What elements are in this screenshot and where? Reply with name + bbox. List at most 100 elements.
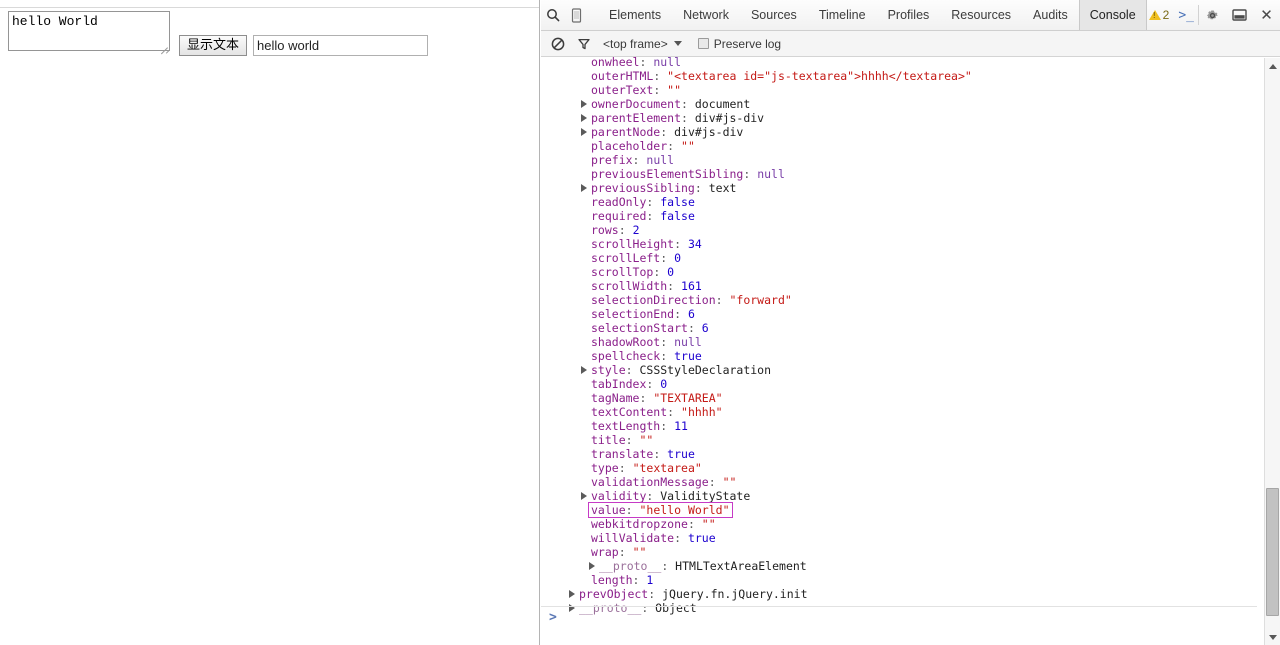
scroll-down-arrow-icon[interactable] — [1265, 629, 1280, 645]
property-row[interactable]: textLength: 11 — [541, 419, 1257, 433]
property-row[interactable]: rows: 2 — [541, 223, 1257, 237]
tab-profiles[interactable]: Profiles — [877, 0, 941, 30]
tab-console[interactable]: Console — [1078, 0, 1147, 30]
property-row[interactable]: prevObject: jQuery.fn.jQuery.init — [541, 587, 1257, 601]
property-value: null — [757, 167, 785, 181]
property-row[interactable]: required: false — [541, 209, 1257, 223]
gear-icon[interactable] — [1199, 0, 1226, 30]
property-value: CSSStyleDeclaration — [639, 363, 772, 377]
property-value: "" — [639, 433, 654, 447]
property-value: document — [694, 97, 751, 111]
property-row[interactable]: webkitdropzone: "" — [541, 517, 1257, 531]
property-row[interactable]: scrollTop: 0 — [541, 265, 1257, 279]
tab-elements[interactable]: Elements — [598, 0, 672, 30]
property-row[interactable]: selectionEnd: 6 — [541, 307, 1257, 321]
property-row[interactable]: ownerDocument: document — [541, 97, 1257, 111]
property-separator: : — [694, 181, 709, 195]
property-row[interactable]: length: 1 — [541, 573, 1257, 587]
property-value: ValidityState — [660, 489, 751, 503]
property-separator: : — [687, 321, 702, 335]
console-scrollbar[interactable] — [1264, 58, 1280, 645]
show-text-button[interactable]: 显示文本 — [179, 35, 248, 56]
clear-console-icon[interactable] — [545, 37, 571, 51]
property-row[interactable]: outerHTML: "<textarea id="js-textarea">h… — [541, 69, 1257, 83]
console-prompt-bar[interactable]: > — [541, 606, 1257, 628]
property-value: "" — [701, 517, 716, 531]
property-content: previousElementSibling: null — [591, 167, 785, 181]
property-row[interactable]: parentElement: div#js-div — [541, 111, 1257, 125]
property-row[interactable]: selectionDirection: "forward" — [541, 293, 1257, 307]
property-row[interactable]: validity: ValidityState — [541, 489, 1257, 503]
property-content: tabIndex: 0 — [591, 377, 667, 391]
property-key: webkitdropzone — [591, 517, 688, 531]
filter-funnel-icon[interactable] — [571, 37, 597, 51]
property-row[interactable]: previousSibling: text — [541, 181, 1257, 195]
property-content: scrollTop: 0 — [591, 265, 674, 279]
property-row[interactable]: tagName: "TEXTAREA" — [541, 391, 1257, 405]
disclosure-triangle-icon[interactable] — [581, 114, 587, 122]
tab-audits[interactable]: Audits — [1022, 0, 1079, 30]
property-row[interactable]: previousElementSibling: null — [541, 167, 1257, 181]
preserve-log-toggle[interactable]: Preserve log — [697, 37, 781, 51]
tab-network[interactable]: Network — [672, 0, 740, 30]
disclosure-triangle-icon[interactable] — [581, 100, 587, 108]
property-row[interactable]: scrollLeft: 0 — [541, 251, 1257, 265]
property-content: required: false — [591, 209, 695, 223]
property-row[interactable]: willValidate: true — [541, 531, 1257, 545]
search-icon[interactable] — [541, 0, 565, 30]
device-toggle-icon[interactable] — [565, 0, 589, 30]
property-row[interactable]: outerText: "" — [541, 83, 1257, 97]
property-row[interactable]: readOnly: false — [541, 195, 1257, 209]
js-textarea[interactable]: hello World — [8, 11, 170, 51]
property-row[interactable]: scrollWidth: 161 — [541, 279, 1257, 293]
frame-selector[interactable]: <top frame> — [603, 37, 682, 51]
js-input[interactable] — [253, 35, 428, 56]
property-row[interactable]: __proto__: HTMLTextAreaElement — [541, 559, 1257, 573]
disclosure-triangle-icon[interactable] — [581, 366, 587, 374]
preserve-log-checkbox[interactable] — [697, 38, 709, 49]
page-top-edge — [0, 0, 539, 8]
property-row-highlighted[interactable]: value: "hello World" — [541, 502, 1257, 518]
property-key: scrollHeight — [591, 237, 675, 251]
property-row[interactable]: style: CSSStyleDeclaration — [541, 363, 1257, 377]
console-output[interactable]: onwheel: nullonwheel: nullouterHTML: "<t… — [541, 57, 1280, 628]
property-row[interactable]: title: "" — [541, 433, 1257, 447]
property-row[interactable]: textContent: "hhhh" — [541, 405, 1257, 419]
property-row[interactable]: type: "textarea" — [541, 461, 1257, 475]
property-row[interactable]: selectionStart: 6 — [541, 321, 1257, 335]
property-row[interactable]: scrollHeight: 34 — [541, 237, 1257, 251]
property-row[interactable]: shadowRoot: null — [541, 335, 1257, 349]
property-row[interactable]: parentNode: div#js-div — [541, 125, 1257, 139]
property-content: wrap: "" — [591, 545, 646, 559]
warning-count-badge[interactable]: 2 — [1147, 0, 1175, 30]
property-row[interactable]: validationMessage: "" — [541, 475, 1257, 489]
disclosure-triangle-icon[interactable] — [581, 492, 587, 500]
property-key: placeholder — [591, 139, 668, 153]
disclosure-triangle-icon[interactable] — [581, 128, 587, 136]
disclosure-triangle-icon[interactable] — [569, 590, 575, 598]
close-icon[interactable]: ✕ — [1253, 0, 1280, 30]
tab-resources[interactable]: Resources — [940, 0, 1022, 30]
tab-sources[interactable]: Sources — [740, 0, 808, 30]
property-row[interactable]: spellcheck: true — [541, 349, 1257, 363]
property-content: shadowRoot: null — [591, 335, 702, 349]
disclosure-triangle-icon[interactable] — [581, 184, 587, 192]
disclosure-triangle-icon[interactable] — [589, 562, 595, 570]
property-row[interactable]: placeholder: "" — [541, 139, 1257, 153]
property-value: "" — [722, 475, 737, 489]
tab-timeline[interactable]: Timeline — [808, 0, 877, 30]
property-value: 1 — [646, 573, 654, 587]
property-row[interactable]: wrap: "" — [541, 545, 1257, 559]
scroll-up-arrow-icon[interactable] — [1265, 58, 1280, 74]
property-row[interactable]: prefix: null — [541, 153, 1257, 167]
property-row[interactable]: onwheel: null — [541, 57, 1257, 69]
property-row[interactable]: translate: true — [541, 447, 1257, 461]
dock-panel-icon[interactable] — [1226, 0, 1253, 30]
property-row[interactable]: tabIndex: 0 — [541, 377, 1257, 391]
property-content: scrollWidth: 161 — [591, 279, 702, 293]
property-value: div#js-div — [694, 111, 765, 125]
console-drawer-icon[interactable]: >_ — [1174, 0, 1198, 30]
property-key: outerText — [591, 83, 654, 97]
scrollbar-thumb[interactable] — [1266, 488, 1279, 616]
devtools-toolbar: Elements Network Sources Timeline Profil… — [541, 0, 1280, 31]
